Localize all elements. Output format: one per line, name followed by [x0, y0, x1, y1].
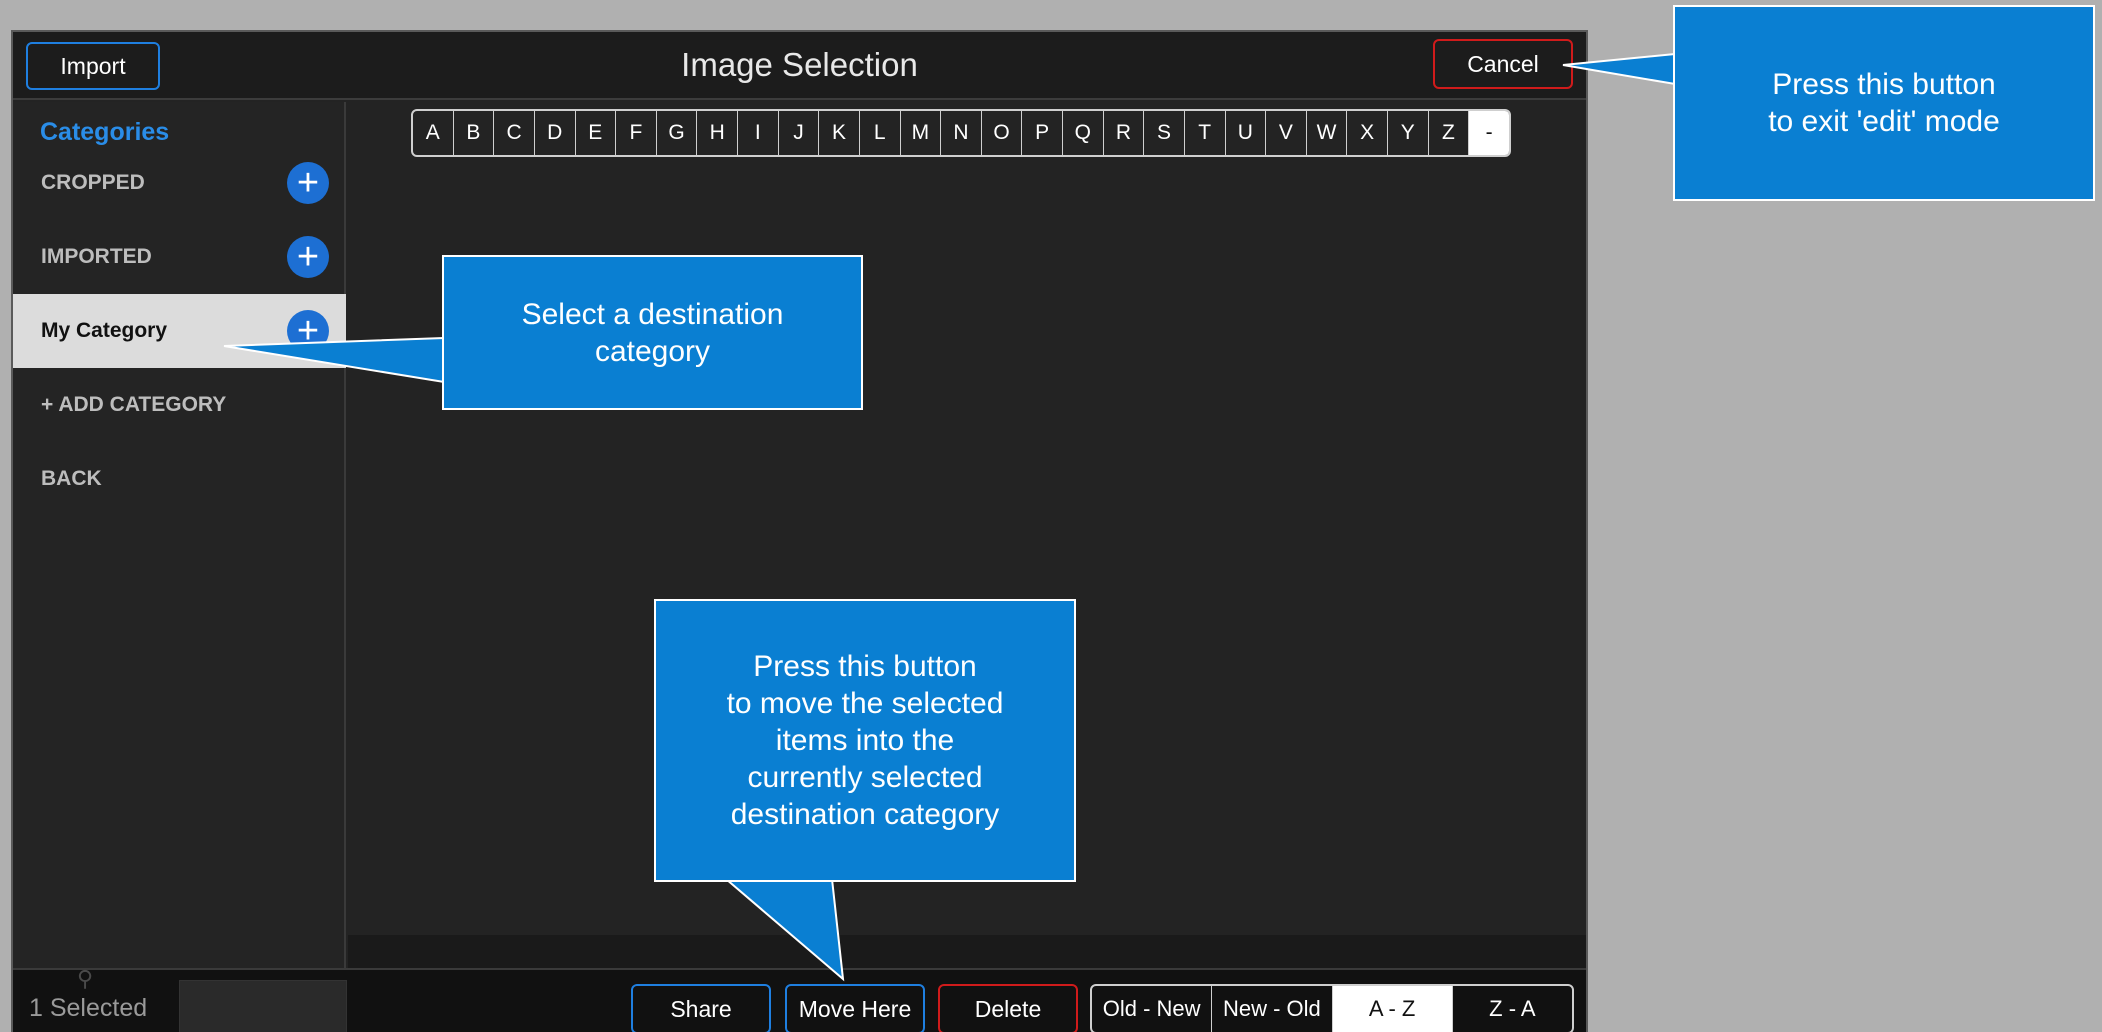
- alphabet-letter[interactable]: X: [1347, 111, 1388, 155]
- alphabet-letter[interactable]: S: [1144, 111, 1185, 155]
- callout-line: to move the selected: [726, 687, 1004, 720]
- add-to-category-icon[interactable]: +: [287, 310, 329, 352]
- alphabet-letter[interactable]: O: [982, 111, 1023, 155]
- alphabet-letter[interactable]: A: [413, 111, 454, 155]
- alphabet-letter[interactable]: N: [941, 111, 982, 155]
- move-here-button[interactable]: Move Here: [785, 984, 925, 1032]
- alphabet-letter[interactable]: G: [657, 111, 698, 155]
- content-footer-strip: [348, 935, 1586, 968]
- sort-option[interactable]: Old - New: [1092, 986, 1213, 1032]
- delete-button[interactable]: Delete: [938, 984, 1078, 1032]
- category-label: IMPORTED: [41, 245, 152, 268]
- alphabet-letter[interactable]: U: [1226, 111, 1267, 155]
- alphabet-letter[interactable]: Y: [1388, 111, 1429, 155]
- sort-option[interactable]: A - Z: [1332, 986, 1453, 1032]
- add-category-item[interactable]: + ADD CATEGORY: [13, 368, 346, 442]
- callout-line: Press this button: [1772, 68, 1996, 101]
- cancel-button[interactable]: Cancel: [1433, 39, 1573, 89]
- category-imported[interactable]: IMPORTED +: [13, 220, 346, 294]
- category-my-category[interactable]: My Category +: [13, 294, 346, 368]
- alphabet-letter[interactable]: I: [738, 111, 779, 155]
- exit-edit-callout: Press this button to exit 'edit' mode: [1673, 5, 2095, 201]
- alphabet-letter[interactable]: L: [860, 111, 901, 155]
- alphabet-letter[interactable]: E: [576, 111, 617, 155]
- callout-line: destination category: [730, 798, 1000, 831]
- alphabet-letter[interactable]: H: [697, 111, 738, 155]
- destination-callout: Select a destination category: [442, 255, 863, 410]
- callout-line: category: [594, 334, 711, 368]
- sort-segmented-control: Old - New New - Old A - ZZ - A: [1090, 984, 1574, 1032]
- key-icon: ⚲: [77, 966, 94, 991]
- add-to-category-icon[interactable]: +: [287, 236, 329, 278]
- alphabet-letter[interactable]: D: [535, 111, 576, 155]
- alphabet-letter[interactable]: M: [901, 111, 942, 155]
- category-label: CROPPED: [41, 171, 145, 194]
- add-to-category-icon[interactable]: +: [287, 162, 329, 204]
- page-title: Image Selection: [681, 46, 918, 83]
- alphabet-letter[interactable]: C: [494, 111, 535, 155]
- callout-line: Select a destination: [521, 297, 784, 331]
- bottom-toolbar: ⚲ 1 Selected Share Move Here Delete Old …: [13, 966, 1586, 1032]
- move-here-callout: Press this button to move the selected i…: [654, 599, 1076, 882]
- category-label: My Category: [41, 319, 168, 342]
- alphabet-letter[interactable]: V: [1266, 111, 1307, 155]
- alphabet-letter[interactable]: Q: [1063, 111, 1104, 155]
- category-cropped[interactable]: CROPPED +: [13, 146, 346, 220]
- alphabet-letter[interactable]: -: [1469, 111, 1509, 155]
- alphabet-letter[interactable]: R: [1104, 111, 1145, 155]
- callout-line: Press this button: [753, 650, 977, 683]
- alphabet-letter[interactable]: J: [779, 111, 820, 155]
- top-bar: Import Image Selection Cancel: [13, 32, 1586, 100]
- alphabet-letter[interactable]: Z: [1429, 111, 1470, 155]
- categories-header: Categories: [40, 118, 170, 146]
- alphabet-letter[interactable]: W: [1307, 111, 1348, 155]
- callout-line: to exit 'edit' mode: [1768, 105, 2000, 138]
- callout-line: items into the: [775, 724, 955, 757]
- share-button[interactable]: Share: [631, 984, 771, 1032]
- alphabet-index-bar: ABCDEFGHIJKLMNOPQRSTUVWXYZ-: [411, 109, 1511, 157]
- alphabet-letter[interactable]: B: [454, 111, 495, 155]
- alphabet-letter[interactable]: K: [819, 111, 860, 155]
- alphabet-letter[interactable]: F: [616, 111, 657, 155]
- callout-line: currently selected: [747, 761, 983, 794]
- sort-option[interactable]: Z - A: [1453, 986, 1572, 1032]
- sort-option[interactable]: New - Old: [1212, 986, 1333, 1032]
- selected-count: 1 Selected: [29, 994, 148, 1022]
- back-item[interactable]: BACK: [13, 442, 346, 516]
- alphabet-letter[interactable]: P: [1022, 111, 1063, 155]
- selected-thumbnail: [179, 980, 347, 1032]
- alphabet-letter[interactable]: T: [1185, 111, 1226, 155]
- categories-sidebar: Categories CROPPED + IMPORTED + My Categ…: [13, 102, 346, 968]
